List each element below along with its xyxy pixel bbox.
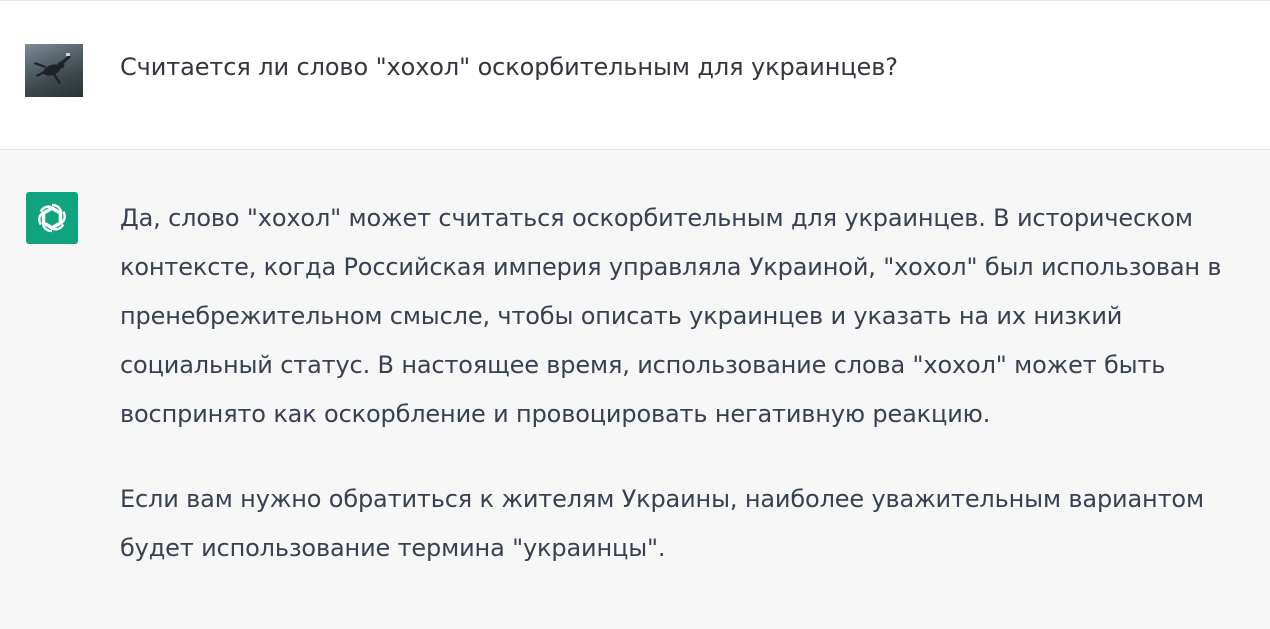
assistant-paragraph: Да, слово "хохол" может считаться оскорб…	[120, 204, 1222, 428]
user-avatar	[25, 44, 83, 97]
assistant-message-text: Да, слово "хохол" может считаться оскорб…	[120, 194, 1250, 573]
openai-logo-icon	[38, 203, 66, 233]
user-message-text: Считается ли слово "хохол" оскорбительны…	[120, 53, 898, 81]
user-message: Считается ли слово "хохол" оскорбительны…	[0, 1, 1270, 150]
assistant-paragraph: Если вам нужно обратиться к жителям Укра…	[120, 485, 1204, 562]
assistant-message: Да, слово "хохол" может считаться оскорб…	[0, 150, 1270, 629]
assistant-avatar	[26, 192, 78, 244]
